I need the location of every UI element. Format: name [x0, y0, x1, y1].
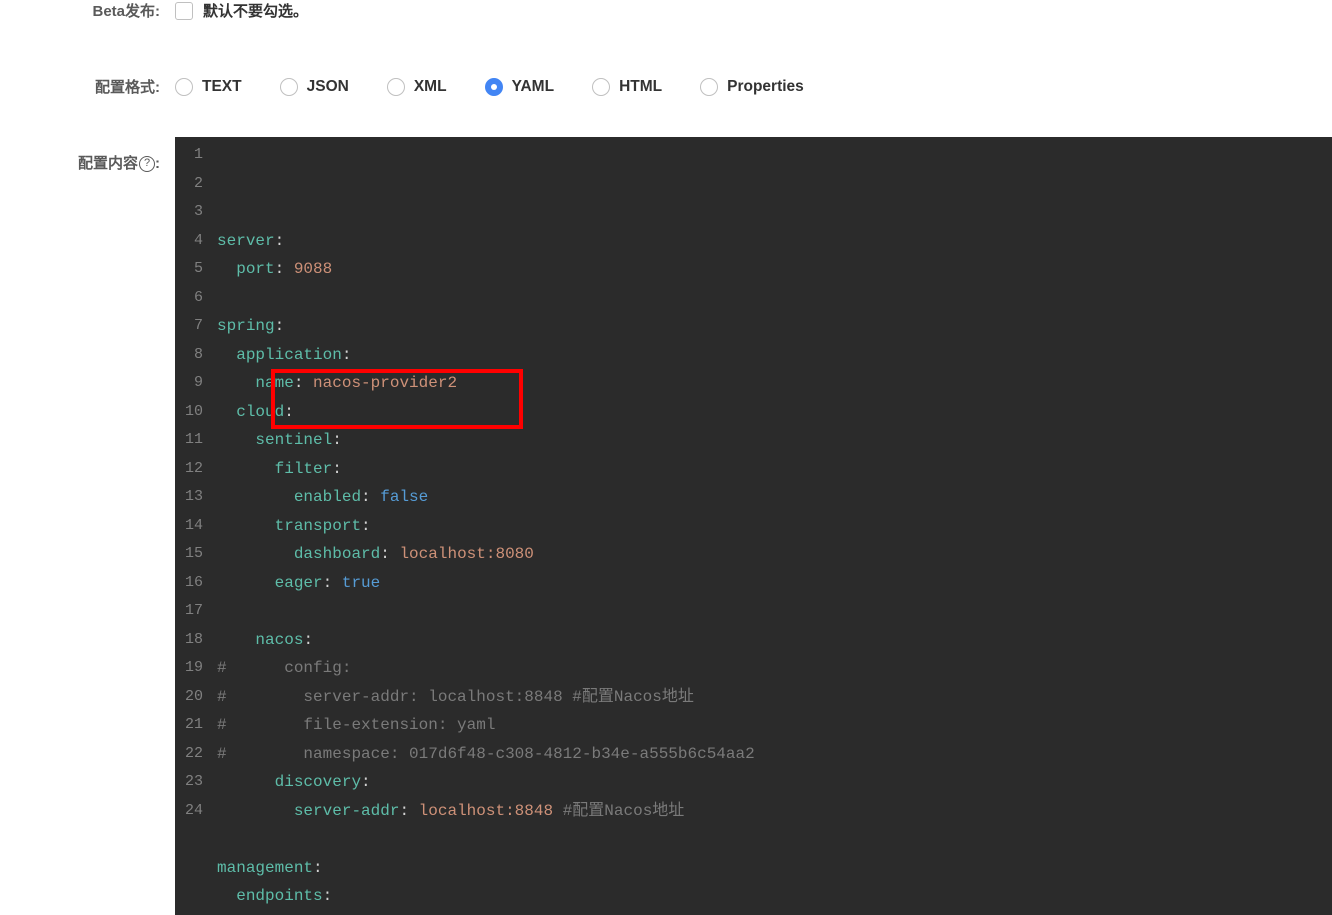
format-row: 配置格式: TEXT JSON XML YAML HTML Properties [0, 76, 1332, 97]
code-line: endpoints: [217, 882, 755, 911]
code-line: # config: [217, 654, 755, 683]
radio-label: TEXT [202, 78, 242, 96]
code-line: filter: [217, 455, 755, 484]
code-line: dashboard: localhost:8080 [217, 540, 755, 569]
code-line: cloud: [217, 398, 755, 427]
code-line [217, 825, 755, 854]
beta-publish-row: Beta发布: 默认不要勾选。 [0, 0, 1332, 21]
radio-icon [387, 78, 405, 96]
radio-icon [485, 78, 503, 96]
code-line: # file-extension: yaml [217, 711, 755, 740]
radio-label: XML [414, 78, 447, 96]
format-option-yaml[interactable]: YAML [485, 78, 555, 96]
code-line: transport: [217, 512, 755, 541]
beta-checkbox[interactable] [175, 2, 193, 20]
code-line: # namespace: 017d6f48-c308-4812-b34e-a55… [217, 740, 755, 769]
code-editor[interactable]: 123456789101112131415161718192021222324 … [175, 137, 1332, 915]
code-line: spring: [217, 312, 755, 341]
radio-label: HTML [619, 78, 662, 96]
code-line: name: nacos-provider2 [217, 369, 755, 398]
code-line: server: [217, 227, 755, 256]
code-line: enabled: false [217, 483, 755, 512]
radio-icon [592, 78, 610, 96]
radio-label: Properties [727, 78, 804, 96]
format-option-xml[interactable]: XML [387, 78, 447, 96]
format-label: 配置格式: [0, 76, 175, 97]
code-line: port: 9088 [217, 255, 755, 284]
radio-icon [700, 78, 718, 96]
format-option-json[interactable]: JSON [280, 78, 349, 96]
code-line: discovery: [217, 768, 755, 797]
beta-checkbox-container: 默认不要勾选。 [175, 0, 308, 21]
code-line: management: [217, 854, 755, 883]
beta-checkbox-label: 默认不要勾选。 [203, 0, 308, 21]
format-option-properties[interactable]: Properties [700, 78, 804, 96]
radio-label: JSON [307, 78, 349, 96]
code-line: eager: true [217, 569, 755, 598]
code-line [217, 284, 755, 313]
help-icon[interactable]: ? [139, 156, 155, 172]
radio-icon [175, 78, 193, 96]
editor-code-area[interactable]: server: port: 9088 spring: application: n… [211, 137, 755, 915]
beta-label: Beta发布: [0, 0, 175, 21]
radio-icon [280, 78, 298, 96]
format-option-text[interactable]: TEXT [175, 78, 242, 96]
config-content-label: 配置内容?: [0, 152, 175, 173]
radio-label: YAML [512, 78, 555, 96]
editor-gutter: 123456789101112131415161718192021222324 [175, 137, 211, 915]
format-radio-group: TEXT JSON XML YAML HTML Properties [175, 78, 804, 96]
code-line [217, 597, 755, 626]
code-line: sentinel: [217, 426, 755, 455]
code-line: server-addr: localhost:8848 #配置Nacos地址 [217, 797, 755, 826]
code-line: application: [217, 341, 755, 370]
config-content-row: 配置内容?: 123456789101112131415161718192021… [0, 137, 1332, 915]
code-line: nacos: [217, 626, 755, 655]
code-line: # server-addr: localhost:8848 #配置Nacos地址 [217, 683, 755, 712]
format-option-html[interactable]: HTML [592, 78, 662, 96]
